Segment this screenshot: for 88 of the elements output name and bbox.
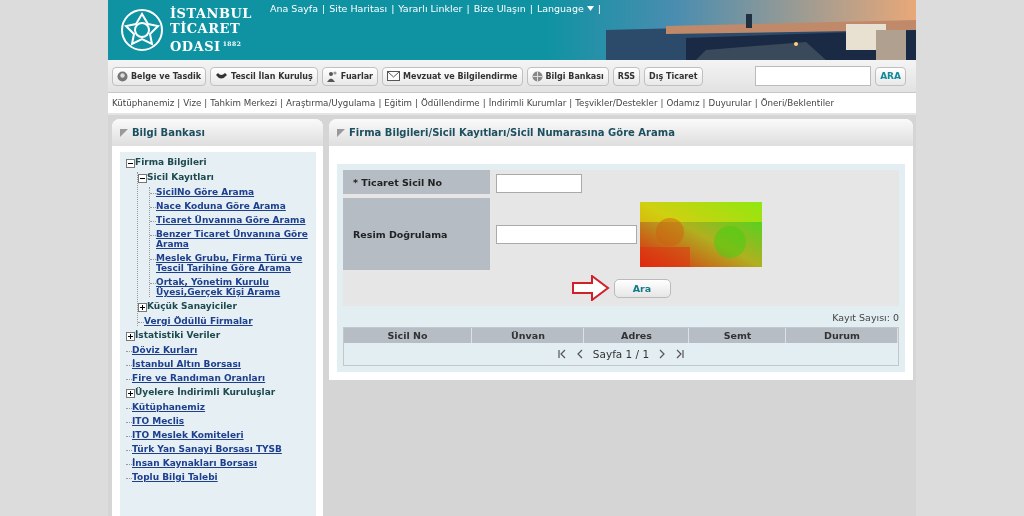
nav-link[interactable]: Duyurular bbox=[708, 98, 752, 108]
logo-text: İSTANBUL bbox=[170, 5, 252, 21]
envelope-icon bbox=[387, 71, 400, 81]
separator: | bbox=[378, 98, 382, 108]
toolbar-button[interactable]: Fuarlar bbox=[321, 66, 378, 86]
last-page-icon[interactable] bbox=[675, 349, 686, 359]
separator: | bbox=[280, 98, 284, 108]
header-link[interactable]: Bize Ulaşın bbox=[473, 3, 526, 14]
nav-link[interactable]: Kütüphanemiz bbox=[112, 98, 175, 108]
tree-link[interactable]: Kütüphanemiz bbox=[132, 402, 206, 412]
tree-folder[interactable]: Üyelere İndirimli Kuruluşlar bbox=[135, 387, 276, 397]
tree-link[interactable]: Döviz Kurları bbox=[132, 345, 198, 355]
nav-link[interactable]: Öneri/Beklentiler bbox=[760, 98, 834, 108]
nav-link[interactable]: Vize bbox=[183, 98, 202, 108]
nav-link[interactable]: Teşvikler/Destekler bbox=[575, 98, 658, 108]
record-count: Kayıt Sayısı: 0 bbox=[832, 311, 899, 325]
logo-text: ODASI$^{1882}$ bbox=[170, 38, 243, 55]
separator: | bbox=[177, 98, 181, 108]
input-field[interactable] bbox=[496, 174, 582, 193]
tree-link[interactable]: Fire ve Randıman Oranları bbox=[132, 373, 266, 383]
panel-title: Firma Bilgileri/Sicil Kayıtları/Sicil Numarasına Göre Arama bbox=[349, 127, 675, 138]
people-icon bbox=[326, 70, 338, 82]
tree-link[interactable]: İnsan Kaynakları Borsası bbox=[132, 458, 257, 468]
separator: | bbox=[482, 98, 486, 108]
tree-link[interactable]: ITO Meslek Komiteleri bbox=[132, 430, 244, 440]
tree-folder[interactable]: İstatistiki Veriler bbox=[135, 330, 221, 340]
search-button[interactable]: Ara bbox=[613, 278, 671, 298]
separator: | bbox=[754, 98, 758, 108]
page-indicator: Sayfa 1 / 1 bbox=[592, 348, 650, 360]
tree-link[interactable]: İstanbul Altın Borsası bbox=[132, 359, 241, 369]
tree-link[interactable]: Meslek Grubu, Firma Türü ve Tescil Tarihine Göre Arama bbox=[156, 253, 310, 273]
expand-icon[interactable] bbox=[138, 303, 147, 312]
first-page-icon[interactable] bbox=[556, 349, 567, 359]
separator: | bbox=[702, 98, 706, 108]
tree-link[interactable]: Ortak, Yönetim Kurulu Üyesi,Gerçek Kişi Arama bbox=[156, 277, 310, 297]
expand-icon[interactable] bbox=[126, 332, 135, 341]
tree-folder[interactable]: Sicil Kayıtları bbox=[147, 172, 214, 182]
logo-text: TİCARET bbox=[170, 20, 242, 36]
collapse-icon[interactable] bbox=[138, 174, 147, 183]
field-label: * Ticaret Sicil No bbox=[343, 170, 490, 194]
input-field[interactable] bbox=[496, 225, 637, 244]
tree-link[interactable]: Benzer Ticaret Ünvanına Göre Arama bbox=[156, 229, 310, 249]
triangle-icon bbox=[337, 128, 345, 137]
nav-link[interactable]: Tahkim Merkezi bbox=[210, 98, 278, 108]
nav-link[interactable]: İndirimli Kurumlar bbox=[488, 98, 567, 108]
separator: | bbox=[322, 3, 326, 14]
arrow-icon bbox=[571, 275, 610, 301]
nav-link[interactable]: Eğitim bbox=[384, 98, 413, 108]
tree-folder[interactable]: Firma Bilgileri bbox=[135, 157, 207, 167]
tree-link[interactable]: Toplu Bilgi Talebi bbox=[132, 472, 218, 482]
tree-link[interactable]: ITO Meclis bbox=[132, 416, 185, 426]
separator: | bbox=[415, 98, 418, 108]
toolbar-button[interactable]: Tescil İlan Kuruluş bbox=[210, 66, 318, 86]
globe-icon bbox=[531, 70, 543, 82]
tree-link[interactable]: Nace Koduna Göre Arama bbox=[156, 201, 286, 211]
toolbar-button[interactable]: Dış Ticaret bbox=[644, 66, 703, 86]
tree-link[interactable]: Ticaret Ünvanına Göre Arama bbox=[156, 215, 306, 225]
collapse-icon[interactable] bbox=[126, 159, 135, 168]
header-link[interactable]: Language bbox=[536, 3, 594, 14]
tree-folder[interactable]: Küçük Sanayiciler bbox=[147, 301, 237, 311]
caret-icon bbox=[586, 6, 594, 11]
tree-link[interactable]: SicilNo Göre Arama bbox=[156, 187, 255, 197]
separator: | bbox=[569, 98, 573, 108]
toolbar-button[interactable]: Mevzuat ve Bilgilendirme bbox=[382, 66, 523, 86]
tree-link[interactable]: Vergi Ödüllü Firmalar bbox=[144, 316, 253, 326]
header-link[interactable]: Ana Sayfa bbox=[270, 3, 318, 14]
separator: | bbox=[391, 3, 395, 14]
expand-icon[interactable] bbox=[126, 389, 135, 398]
separator: | bbox=[204, 98, 208, 108]
search-field[interactable] bbox=[755, 66, 872, 86]
field-label: Resim Doğrulama bbox=[343, 198, 490, 270]
panel-title: Bilgi Bankası bbox=[132, 127, 205, 138]
nav-link[interactable]: Araştırma/Uygulama bbox=[286, 98, 376, 108]
header-link[interactable]: Yararlı Linkler bbox=[398, 3, 463, 14]
toolbar-button[interactable]: RSS bbox=[612, 66, 641, 86]
triangle-icon bbox=[120, 128, 128, 137]
toolbar-button[interactable]: Bilgi Bankası bbox=[526, 66, 609, 86]
separator: | bbox=[597, 3, 601, 14]
nav-link[interactable]: Ödüllendirme bbox=[421, 98, 480, 108]
tree-link[interactable]: Türk Yan Sanayi Borsası TYSB bbox=[132, 444, 282, 454]
separator: | bbox=[466, 3, 470, 14]
separator: | bbox=[529, 3, 533, 14]
search-button[interactable]: ARA bbox=[875, 66, 906, 86]
separator: | bbox=[660, 98, 664, 108]
header-link[interactable]: Site Haritası bbox=[329, 3, 388, 14]
toolbar-button[interactable]: Belge ve Tasdik bbox=[112, 66, 206, 86]
nav-link[interactable]: Odamız bbox=[666, 98, 700, 108]
logo-icon bbox=[120, 8, 164, 52]
